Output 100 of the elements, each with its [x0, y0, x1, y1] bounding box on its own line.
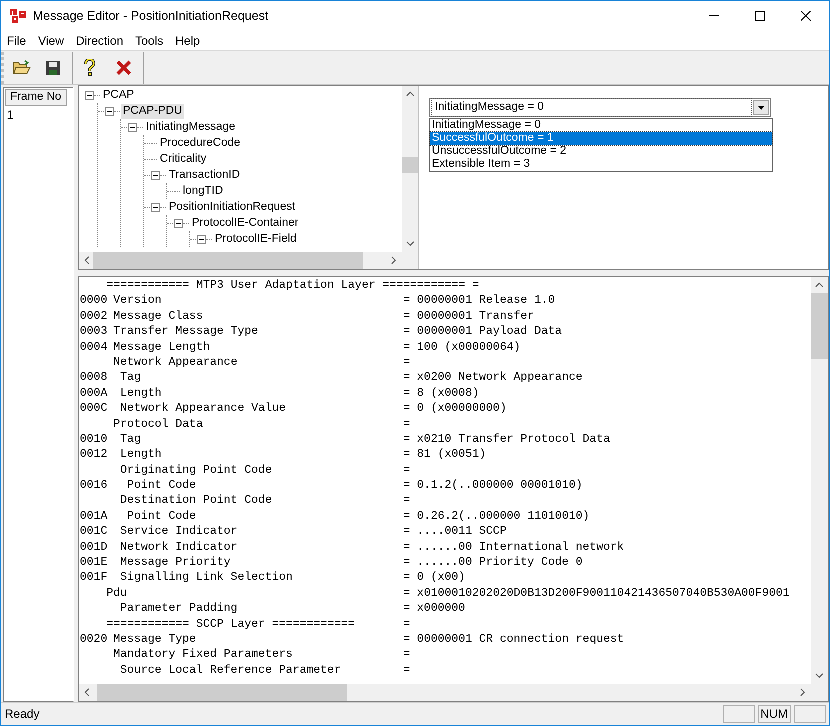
offset-text: 0010	[79, 432, 109, 448]
field-label: Mandatory Fixed Parameters	[114, 647, 293, 663]
column-header[interactable]: Frame No	[5, 89, 67, 106]
dropdown-option[interactable]: UnsuccessfulOutcome = 2	[430, 145, 772, 158]
offset-text: 0003	[79, 324, 109, 340]
field-value: =	[403, 354, 410, 370]
offset-text: 0002	[79, 308, 109, 324]
scroll-thumb[interactable]	[402, 157, 418, 173]
scrollbar[interactable]	[402, 86, 418, 252]
field-label: Point Code	[127, 508, 196, 524]
scroll-right-icon[interactable]	[391, 256, 397, 265]
menu-item[interactable]: Help	[170, 32, 206, 50]
scroll-up-icon[interactable]	[406, 91, 414, 97]
field-value: = 81 (x0051)	[403, 447, 486, 463]
scroll-left-icon[interactable]	[84, 688, 90, 697]
offset-text: 0016	[79, 478, 109, 494]
field-label: Message Length	[114, 340, 210, 355]
dropdown-option[interactable]: SuccessfulOutcome = 1	[430, 132, 772, 145]
field-value: = 00000001 Release 1.0	[403, 293, 556, 309]
offset-text: 001F	[79, 570, 109, 586]
field-value: =	[403, 662, 410, 678]
field-value: = 0 (x00000000)	[403, 401, 507, 417]
field-label: Message Priority	[120, 555, 231, 570]
field-value: =	[403, 616, 410, 632]
scroll-thumb[interactable]	[93, 252, 363, 269]
window-title: Message Editor - PositionInitiationRequest	[33, 8, 269, 25]
offset-text: 001C	[79, 524, 109, 540]
tree-item[interactable]: longTID	[181, 184, 226, 198]
field-label: Protocol Data	[114, 416, 204, 432]
field-value: = 00000001 Transfer	[403, 308, 534, 324]
dropdown-option[interactable]: Extensible Item = 3	[430, 158, 772, 171]
scroll-thumb[interactable]	[811, 293, 828, 359]
collapse-icon[interactable]	[151, 170, 160, 180]
field-label: Tag	[120, 370, 142, 386]
frame-row[interactable]: 1	[4, 107, 66, 123]
scrollbar[interactable]	[79, 252, 402, 269]
field-label: Message Class	[114, 308, 204, 324]
field-label: Point Code	[127, 478, 196, 494]
field-value: = x0210 Transfer Protocol Data	[403, 432, 610, 448]
menu-item[interactable]: File	[1, 32, 32, 50]
scroll-up-icon[interactable]	[815, 282, 824, 288]
field-value: = 00000001 Payload Data	[403, 324, 562, 340]
field-value: = 0.1.2(..000000 00001010)	[403, 478, 583, 494]
field-label: Source Local Reference Parameter	[120, 662, 342, 678]
field-label: Signalling Link Selection	[120, 570, 293, 586]
status-panel	[794, 705, 826, 723]
field-value: = x000000	[403, 601, 466, 617]
offset-text: 0012	[79, 447, 109, 463]
section-label: ============ SCCP Layer ============	[106, 616, 356, 632]
offset-text: 0000	[79, 293, 109, 309]
tree-item[interactable]: ProcedureCode	[158, 136, 243, 150]
field-label: Version	[114, 293, 162, 309]
collapse-icon[interactable]	[105, 106, 114, 116]
tree-item[interactable]: Criticality	[158, 152, 209, 166]
maximize-icon	[755, 11, 765, 21]
scroll-thumb[interactable]	[97, 684, 347, 701]
offset-text: 0020	[79, 632, 109, 648]
menu-item[interactable]: View	[32, 32, 70, 50]
tree-item[interactable]: TransactionID	[167, 168, 242, 182]
scroll-right-icon[interactable]	[800, 688, 806, 697]
tree-item[interactable]: PCAP-PDU	[121, 104, 184, 118]
field-label: Length	[120, 386, 162, 402]
scrollbar[interactable]	[811, 277, 828, 684]
tree-item[interactable]: ProtocolIE-Field	[213, 232, 299, 246]
collapse-icon[interactable]	[174, 218, 183, 228]
offset-text: 000C	[79, 401, 109, 417]
field-value: =	[403, 462, 410, 478]
dropdown-option[interactable]: InitiatingMessage = 0	[430, 119, 772, 132]
menu-item[interactable]: Tools	[130, 32, 170, 50]
collapse-icon[interactable]	[85, 90, 94, 100]
offset-text: 001E	[79, 555, 109, 570]
menu-item[interactable]: Direction	[70, 32, 130, 50]
section-label: Pdu	[106, 586, 128, 602]
tree-item[interactable]: PCAP	[101, 88, 136, 102]
scrollbar[interactable]	[79, 684, 811, 701]
collapse-icon[interactable]	[128, 122, 137, 132]
collapse-icon[interactable]	[197, 234, 206, 244]
offset-text: 000A	[79, 386, 109, 402]
field-value: =	[403, 416, 410, 432]
field-label: Network Appearance Value	[120, 401, 286, 417]
tree-item[interactable]: InitiatingMessage	[144, 120, 238, 134]
status-text: Ready	[4, 706, 41, 723]
field-value: = 0.26.2(..000000 11010010)	[403, 508, 590, 524]
field-label: Tag	[120, 432, 142, 448]
tree-item[interactable]: ProtocolIE-Container	[190, 216, 301, 230]
offset-text: 001A	[79, 508, 109, 524]
status-indicator: NUM	[758, 705, 791, 723]
scroll-down-icon[interactable]	[815, 673, 824, 679]
field-value: = x0100010202020D0B13D200F900110421436507040B530A00F9001	[403, 586, 790, 602]
field-value: = ......00 International network	[403, 540, 624, 556]
scroll-down-icon[interactable]	[406, 241, 414, 247]
field-value: = 8 (x0008)	[403, 386, 480, 402]
field-label: Network Indicator	[120, 540, 238, 556]
field-value: = ....0011 SCCP	[403, 524, 507, 540]
tree-item[interactable]: PositionInitiationRequest	[167, 200, 298, 214]
choice-dropdown[interactable]: InitiatingMessage = 0	[429, 98, 771, 117]
field-label: Message Type	[114, 632, 196, 648]
collapse-icon[interactable]	[151, 202, 160, 212]
field-value: =	[403, 493, 410, 509]
scroll-left-icon[interactable]	[84, 256, 90, 265]
